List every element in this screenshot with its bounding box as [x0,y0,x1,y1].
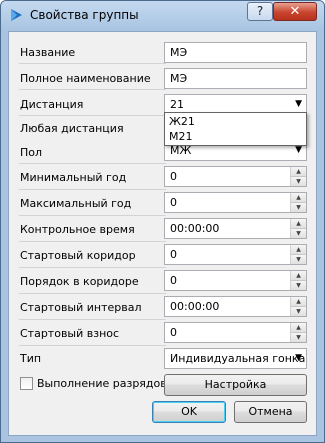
ok-button[interactable]: OK [152,401,226,423]
separator [19,241,166,242]
spin-down-icon[interactable]: ▼ [291,229,306,238]
spin-down-icon[interactable]: ▼ [291,281,306,290]
min-year-label: Минимальный год [20,171,127,184]
name-label: Название [20,46,76,59]
spin-up-icon[interactable]: ▲ [291,297,306,307]
full-name-input[interactable]: МЭ [164,68,307,89]
window-title: Свойства группы [30,8,139,22]
separator [19,115,166,116]
corridor-order-value: 0 [170,274,177,287]
full-name-label: Полное наименование [20,72,151,85]
cancel-button[interactable]: Отмена [234,401,307,423]
spin-down-icon[interactable]: ▼ [291,177,306,186]
ranks-checkbox[interactable] [20,377,33,390]
corridor-order-label: Порядок в коридоре [20,275,139,288]
separator [19,89,166,90]
control-time-value: 00:00:00 [170,222,220,235]
settings-button[interactable]: Настройка [164,374,307,396]
dialog-body: Название МЭ Полное наименование МЭ Диста… [8,31,317,436]
max-year-label: Максимальный год [20,197,132,210]
distance-label: Дистанция [20,98,84,111]
help-icon[interactable]: ? [247,2,273,21]
title-bar[interactable]: Свойства группы ? ✕ [1,1,324,31]
separator [19,189,166,190]
spin-down-icon[interactable]: ▼ [291,333,306,342]
spin-down-icon[interactable]: ▼ [291,307,306,316]
separator [19,267,166,268]
corridor-order-stepper[interactable]: 0 ▲ ▼ [164,270,307,291]
start-corridor-label: Стартовый коридор [20,249,136,262]
start-interval-value: 00:00:00 [170,300,220,313]
spin-up-icon[interactable]: ▲ [291,219,306,229]
control-time-label: Контрольное время [20,223,135,236]
control-time-stepper[interactable]: 00:00:00 ▲ ▼ [164,218,307,239]
any-distance-label: Любая дистанция [20,122,124,135]
chevron-down-icon[interactable]: ▼ [295,353,302,363]
spin-buttons: ▲ ▼ [290,271,306,290]
start-fee-stepper[interactable]: 0 ▲ ▼ [164,322,307,343]
app-icon [11,9,22,21]
spin-up-icon[interactable]: ▲ [291,245,306,255]
type-select[interactable]: Индивидуальная гонка ▼ [164,348,307,369]
separator [19,345,166,346]
spin-up-icon[interactable]: ▲ [291,271,306,281]
max-year-value: 0 [170,196,177,209]
spin-up-icon[interactable]: ▲ [291,323,306,333]
start-interval-label: Стартовый интервал [20,301,142,314]
close-icon[interactable]: ✕ [273,2,317,21]
distance-value: 21 [170,98,184,111]
spin-buttons: ▲ ▼ [290,219,306,238]
spin-down-icon[interactable]: ▼ [291,203,306,212]
name-input[interactable]: МЭ [164,42,307,63]
separator [19,63,166,64]
spin-buttons: ▲ ▼ [290,245,306,264]
start-fee-value: 0 [170,326,177,339]
ranks-checkbox-label[interactable]: Выполнение разрядов [37,377,167,390]
spin-buttons: ▲ ▼ [290,167,306,186]
distance-dropdown-list[interactable]: Ж21 М21 [164,112,307,146]
max-year-stepper[interactable]: 0 ▲ ▼ [164,192,307,213]
start-corridor-stepper[interactable]: 0 ▲ ▼ [164,244,307,265]
chevron-down-icon[interactable]: ▼ [295,145,302,155]
separator [19,215,166,216]
dialog-window: Свойства группы ? ✕ Название МЭ Полное н… [0,0,325,443]
dropdown-option[interactable]: Ж21 [169,115,195,128]
start-fee-label: Стартовый взнос [20,327,120,340]
type-value: Индивидуальная гонка [170,352,306,365]
min-year-value: 0 [170,170,177,183]
min-year-stepper[interactable]: 0 ▲ ▼ [164,166,307,187]
spin-buttons: ▲ ▼ [290,297,306,316]
chevron-down-icon[interactable]: ▼ [295,99,302,109]
separator [19,293,166,294]
separator [19,319,166,320]
sex-label: Пол [20,146,43,159]
spin-buttons: ▲ ▼ [290,323,306,342]
separator [19,163,166,164]
spin-up-icon[interactable]: ▲ [291,167,306,177]
start-interval-stepper[interactable]: 00:00:00 ▲ ▼ [164,296,307,317]
type-label: Тип [20,352,42,365]
spin-buttons: ▲ ▼ [290,193,306,212]
spin-down-icon[interactable]: ▼ [291,255,306,264]
dropdown-option[interactable]: М21 [169,130,193,143]
start-corridor-value: 0 [170,248,177,261]
spin-up-icon[interactable]: ▲ [291,193,306,203]
